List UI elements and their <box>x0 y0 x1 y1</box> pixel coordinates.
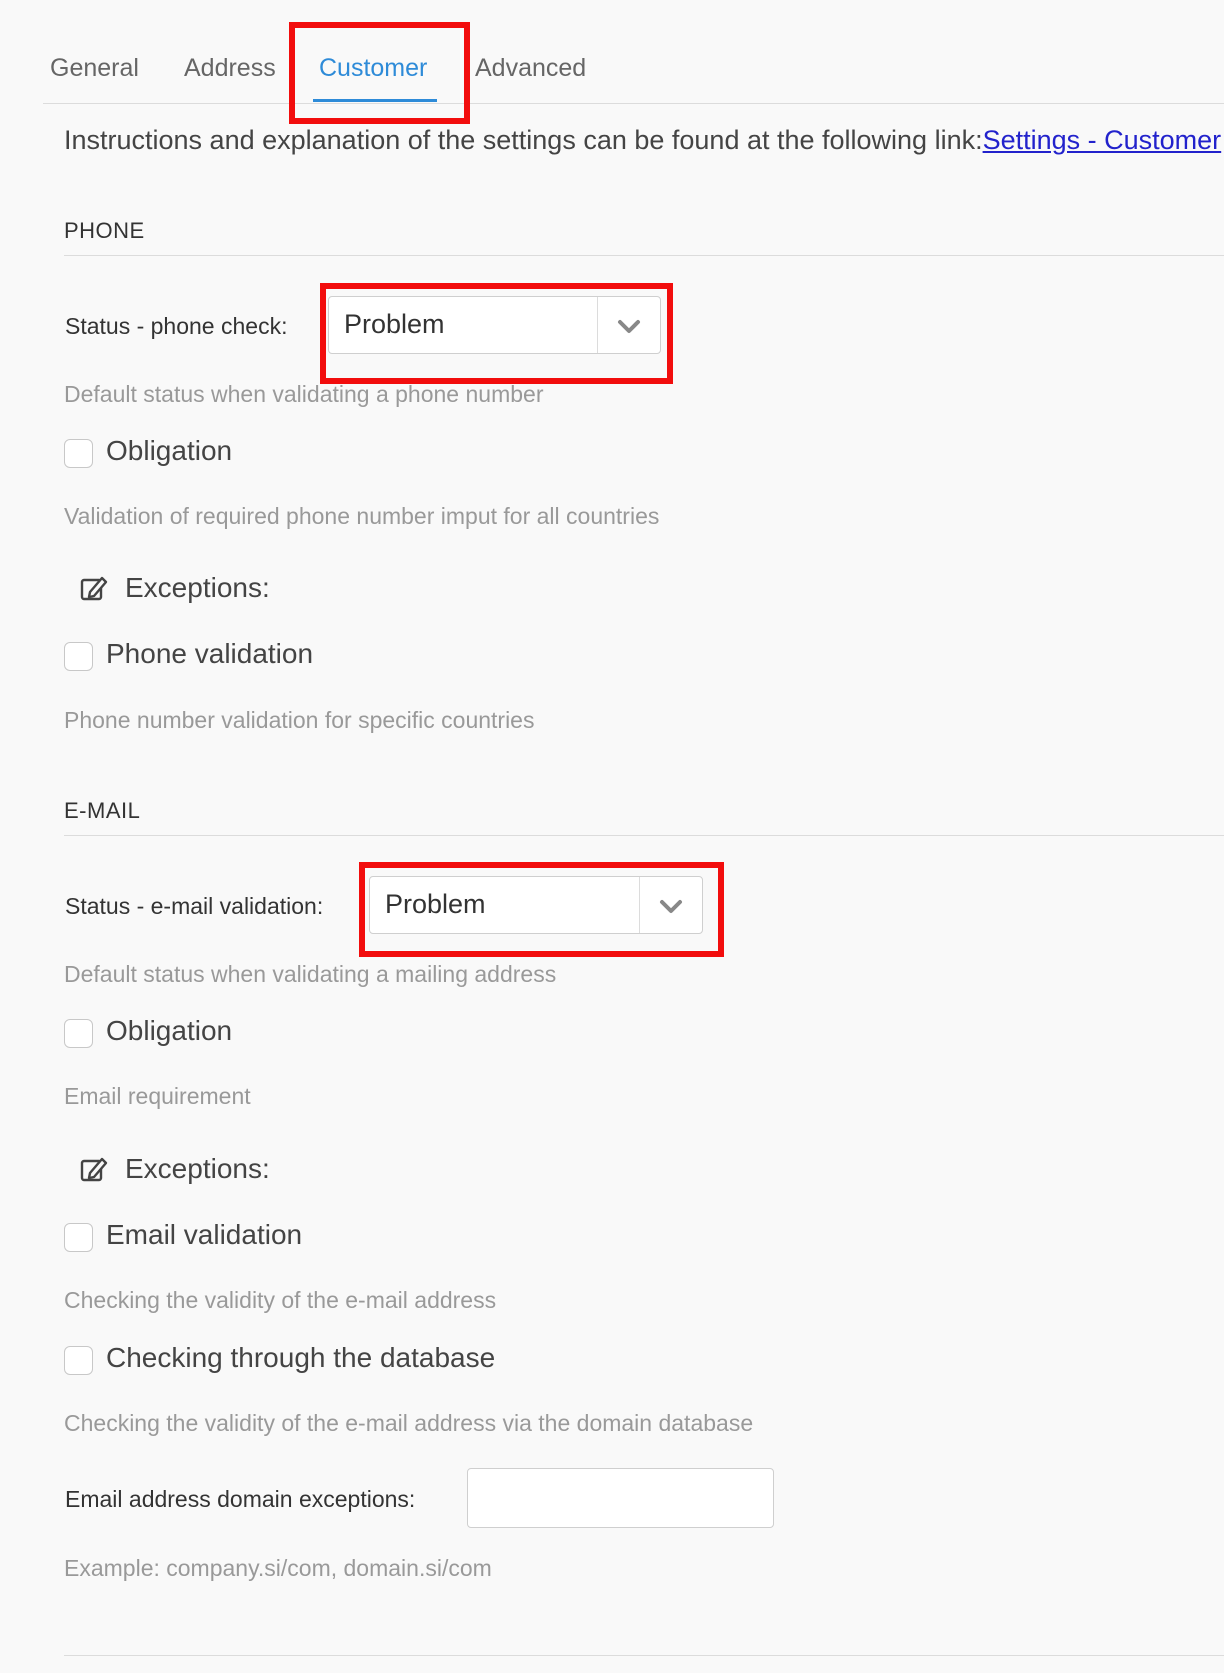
email-obligation-checkbox-row[interactable]: Obligation <box>64 1015 284 1051</box>
highlight-box-email-status <box>359 862 724 957</box>
email-validation-checkbox-row[interactable]: Email validation <box>64 1219 324 1255</box>
email-section-title: E-MAIL <box>64 798 141 823</box>
email-domain-exceptions-help: Example: company.si/com, domain.si/com <box>64 1555 492 1581</box>
phone-validation-checkbox-row[interactable]: Phone validation <box>64 638 334 674</box>
email-database-checkbox[interactable] <box>64 1346 93 1375</box>
email-validation-checkbox[interactable] <box>64 1223 93 1252</box>
email-section-divider <box>64 835 1224 836</box>
email-validation-label[interactable]: Email validation <box>106 1219 302 1251</box>
email-exceptions-label: Exceptions: <box>125 1153 270 1184</box>
email-domain-exceptions-label: Email address domain exceptions: <box>65 1486 416 1512</box>
tab-address[interactable]: Address <box>184 54 276 83</box>
edit-icon[interactable] <box>80 574 108 602</box>
phone-obligation-label[interactable]: Obligation <box>106 435 232 467</box>
phone-validation-checkbox[interactable] <box>64 642 93 671</box>
instructions-label: Instructions and explanation of the sett… <box>64 125 983 155</box>
bottom-divider <box>64 1655 1224 1656</box>
email-database-label[interactable]: Checking through the database <box>106 1342 495 1374</box>
phone-status-label: Status - phone check: <box>65 313 288 339</box>
email-database-checkbox-row[interactable]: Checking through the database <box>64 1342 495 1378</box>
phone-section-divider <box>64 255 1224 256</box>
tab-bar: General Address Customer Advanced <box>43 40 1224 104</box>
instructions-text: Instructions and explanation of the sett… <box>64 125 1221 156</box>
phone-exceptions-label: Exceptions: <box>125 572 270 603</box>
tab-advanced[interactable]: Advanced <box>475 54 586 83</box>
tab-general[interactable]: General <box>50 54 139 83</box>
phone-status-help: Default status when validating a phone n… <box>64 381 544 407</box>
phone-validation-help: Phone number validation for specific cou… <box>64 707 535 733</box>
edit-icon[interactable] <box>80 1155 108 1183</box>
email-obligation-checkbox[interactable] <box>64 1019 93 1048</box>
email-database-help: Checking the validity of the e-mail addr… <box>64 1410 754 1436</box>
email-status-help: Default status when validating a mailing… <box>64 961 557 987</box>
phone-obligation-help: Validation of required phone number impu… <box>64 503 660 529</box>
phone-validation-label[interactable]: Phone validation <box>106 638 313 670</box>
highlight-box-phone-status <box>320 283 673 384</box>
email-validation-help: Checking the validity of the e-mail addr… <box>64 1287 497 1313</box>
highlight-box-tab <box>289 22 470 124</box>
settings-link[interactable]: Settings - Customer <box>983 125 1222 155</box>
email-obligation-help: Email requirement <box>64 1083 251 1109</box>
email-obligation-label[interactable]: Obligation <box>106 1015 232 1047</box>
phone-obligation-checkbox[interactable] <box>64 439 93 468</box>
email-domain-exceptions-input[interactable] <box>467 1468 774 1528</box>
phone-section-title: PHONE <box>64 218 145 243</box>
phone-obligation-checkbox-row[interactable]: Obligation <box>64 435 284 471</box>
email-status-label: Status - e-mail validation: <box>65 893 324 919</box>
